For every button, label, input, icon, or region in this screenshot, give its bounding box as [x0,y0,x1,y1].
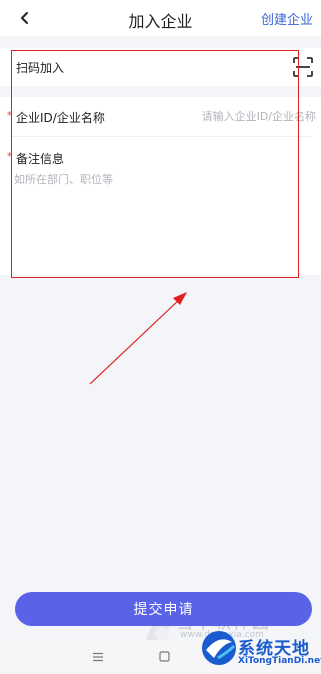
top-nav-bar: 加入企业 创建企业 [0,0,321,36]
create-enterprise-link[interactable]: 创建企业 [261,9,313,28]
home-square-icon[interactable] [159,651,170,662]
submit-button[interactable]: 提交申请 [15,592,312,626]
watermark-xitong-url: XiTongTianDi.net [238,656,321,666]
menu-icon[interactable] [92,652,104,662]
watermark-xitong-logo [202,631,236,665]
annotation-highlight-box [11,50,299,278]
